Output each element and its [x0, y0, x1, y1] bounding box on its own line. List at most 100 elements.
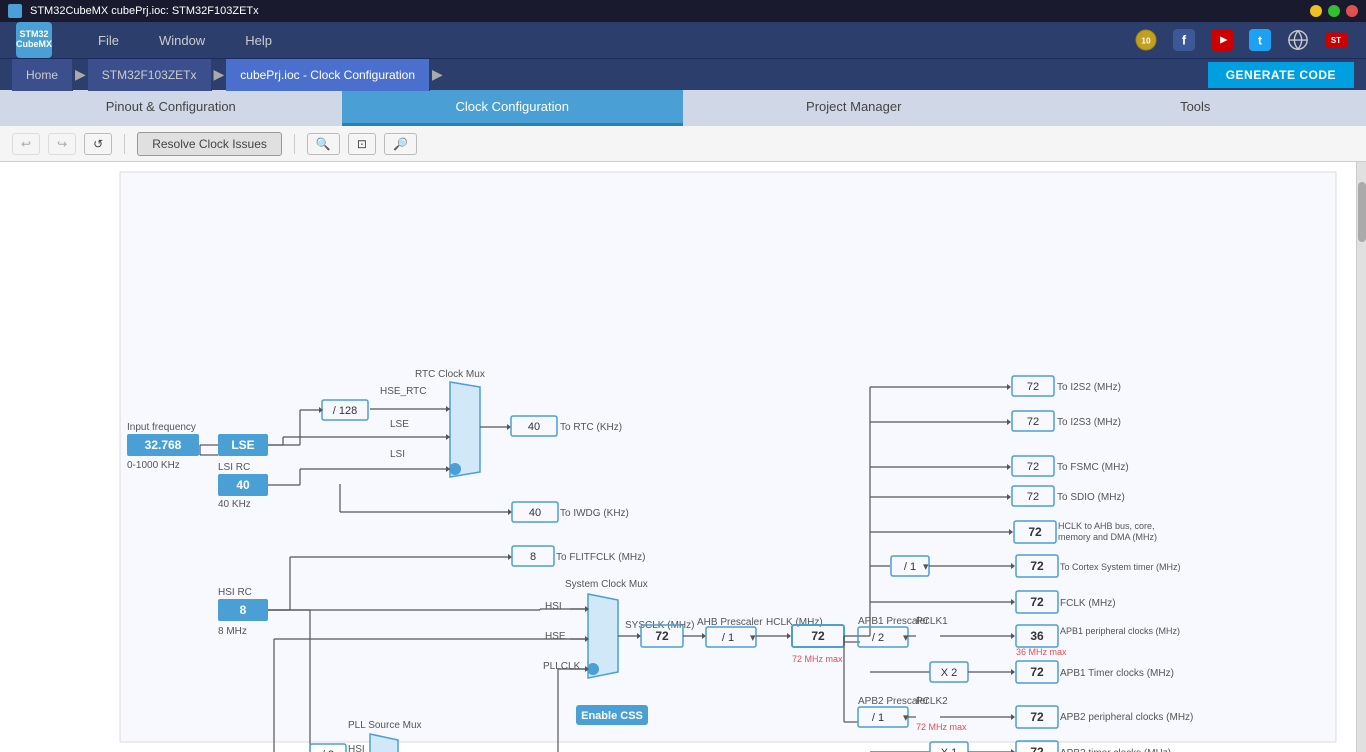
tab-pinout[interactable]: Pinout & Configuration: [0, 90, 342, 126]
refresh-button[interactable]: ↺: [84, 133, 112, 155]
titlebar: STM32CubeMX cubePrj.ioc: STM32F103ZETx: [0, 0, 1366, 22]
apb1-div: / 2: [872, 632, 884, 644]
facebook-icon[interactable]: f: [1170, 26, 1198, 54]
fit-button[interactable]: ⊡: [348, 133, 376, 155]
apb1-max: 36 MHz max: [1016, 647, 1067, 657]
clock-diagram: Input frequency 32.768 0-1000 KHz LSE LS…: [0, 162, 1356, 752]
hclk-value: 72: [811, 629, 825, 643]
lsi-rc-label: LSI RC: [218, 462, 250, 473]
to-rtc-label: To RTC (KHz): [560, 422, 622, 433]
apb1-out-label: APB1 peripheral clocks (MHz): [1060, 626, 1180, 636]
svg-text:▾: ▾: [903, 712, 909, 724]
hsi-mux-label: HSI: [545, 601, 562, 612]
hclk-label: HCLK (MHz): [766, 617, 823, 628]
resolve-clock-button[interactable]: Resolve Clock Issues: [137, 132, 282, 156]
enable-css-label: Enable CSS: [581, 710, 643, 722]
close-button[interactable]: [1346, 5, 1358, 17]
to-i2s2-label: To I2S2 (MHz): [1057, 382, 1121, 393]
to-i2s3-label: To I2S3 (MHz): [1057, 417, 1121, 428]
tab-clock[interactable]: Clock Configuration: [342, 90, 684, 126]
network-icon[interactable]: [1284, 26, 1312, 54]
hse-mux-label: HSE: [545, 631, 566, 642]
tabs-bar: Pinout & Configuration Clock Configurati…: [0, 90, 1366, 126]
cortex-div: / 1: [904, 561, 916, 573]
undo-button[interactable]: ↩: [12, 133, 40, 155]
x1-label: X 1: [941, 747, 958, 752]
menu-help[interactable]: Help: [229, 29, 288, 52]
sysclk-value: 72: [655, 629, 669, 643]
apb2-out-value: 72: [1030, 710, 1044, 724]
to-i2s3-value: 72: [1027, 416, 1039, 428]
apb1-timer-label: APB1 Timer clocks (MHz): [1060, 668, 1174, 679]
fclk-value: 72: [1030, 595, 1044, 609]
lse-freq-value: 32.768: [145, 438, 182, 452]
nav-arrow-3: ▶: [432, 66, 443, 83]
ahb-value: / 1: [722, 632, 734, 644]
nav-arrow-2: ▶: [214, 66, 225, 83]
pclk2-label: PCLK2: [916, 696, 948, 707]
redo-button[interactable]: ↪: [48, 133, 76, 155]
tab-project[interactable]: Project Manager: [683, 90, 1025, 126]
tab-tools[interactable]: Tools: [1025, 90, 1366, 126]
rtc-mux-selector: [449, 463, 461, 475]
to-sdio-top-value: 72: [1027, 491, 1039, 503]
to-fsmc-label: To FSMC (MHz): [1057, 462, 1129, 473]
apb2-timer-value: 72: [1030, 745, 1044, 752]
apb1-out-value: 36: [1030, 629, 1044, 643]
pll-hsi-label: HSI: [348, 744, 365, 752]
lsi-value: 40: [236, 478, 250, 492]
zoom-in-button[interactable]: 🔍: [307, 133, 340, 155]
to-flit-value: 8: [530, 551, 536, 563]
to-fsmc-value: 72: [1027, 461, 1039, 473]
hclk-ahb-label2: memory and DMA (MHz): [1058, 532, 1157, 542]
x2-label: X 2: [941, 667, 958, 679]
lsi-unit: 40 KHz: [218, 499, 251, 510]
minimize-button[interactable]: [1310, 5, 1322, 17]
maximize-button[interactable]: [1328, 5, 1340, 17]
anniversary-icon: 10: [1132, 26, 1160, 54]
hclk-max: 72 MHz max: [792, 654, 843, 664]
to-rtc-value: 40: [528, 421, 540, 433]
social-icons: 10 f t ST: [1132, 26, 1350, 54]
div128-label: / 128: [333, 405, 357, 417]
rtc-mux-label: RTC Clock Mux: [415, 369, 485, 380]
nav-board[interactable]: STM32F103ZETx: [88, 59, 212, 91]
apb1-timer-value: 72: [1030, 665, 1044, 679]
twitter-icon[interactable]: t: [1246, 26, 1274, 54]
youtube-icon[interactable]: [1208, 26, 1236, 54]
undo-icon: ↩: [21, 137, 31, 151]
main-content: Input frequency 32.768 0-1000 KHz LSE LS…: [0, 162, 1366, 752]
toolbar-separator-1: [124, 134, 125, 154]
lsi-mux-label: LSI: [390, 449, 405, 460]
nav-arrow-1: ▶: [75, 66, 86, 83]
apb2-out-label: APB2 peripheral clocks (MHz): [1060, 712, 1193, 723]
generate-code-button[interactable]: GENERATE CODE: [1208, 62, 1354, 88]
hclk-ahb-label1: HCLK to AHB bus, core,: [1058, 521, 1155, 531]
menu-file[interactable]: File: [82, 29, 135, 52]
nav-home[interactable]: Home: [12, 59, 73, 91]
lse-range-label: 0-1000 KHz: [127, 460, 180, 471]
st-logo-icon[interactable]: ST: [1322, 26, 1350, 54]
cortex-label: To Cortex System timer (MHz): [1060, 562, 1181, 572]
hsi-value: 8: [240, 603, 247, 617]
svg-text:▾: ▾: [903, 632, 909, 644]
navbar: Home ▶ STM32F103ZETx ▶ cubePrj.ioc - Clo…: [0, 58, 1366, 90]
window-title: STM32CubeMX cubePrj.ioc: STM32F103ZETx: [30, 5, 1310, 17]
sys-clk-mux-label: System Clock Mux: [565, 579, 648, 590]
redo-icon: ↪: [57, 137, 67, 151]
zoom-out-button[interactable]: 🔍: [384, 133, 417, 155]
to-i2s2-value: 72: [1027, 381, 1039, 393]
toolbar-separator-2: [294, 134, 295, 154]
nav-project[interactable]: cubePrj.ioc - Clock Configuration: [226, 59, 430, 91]
window-controls: [1310, 5, 1358, 17]
scrollbar-right[interactable]: [1356, 162, 1366, 752]
svg-text:10: 10: [1141, 37, 1151, 46]
menubar: STM32CubeMX File Window Help 10 f t ST: [0, 22, 1366, 58]
rtc-mux-body: [450, 382, 480, 477]
hclk-ahb-value: 72: [1028, 525, 1042, 539]
input-freq-label-top: Input frequency: [127, 422, 196, 433]
svg-text:f: f: [1182, 33, 1187, 48]
fclk-label: FCLK (MHz): [1060, 598, 1116, 609]
menu-window[interactable]: Window: [143, 29, 221, 52]
svg-text:ST: ST: [1331, 36, 1341, 45]
